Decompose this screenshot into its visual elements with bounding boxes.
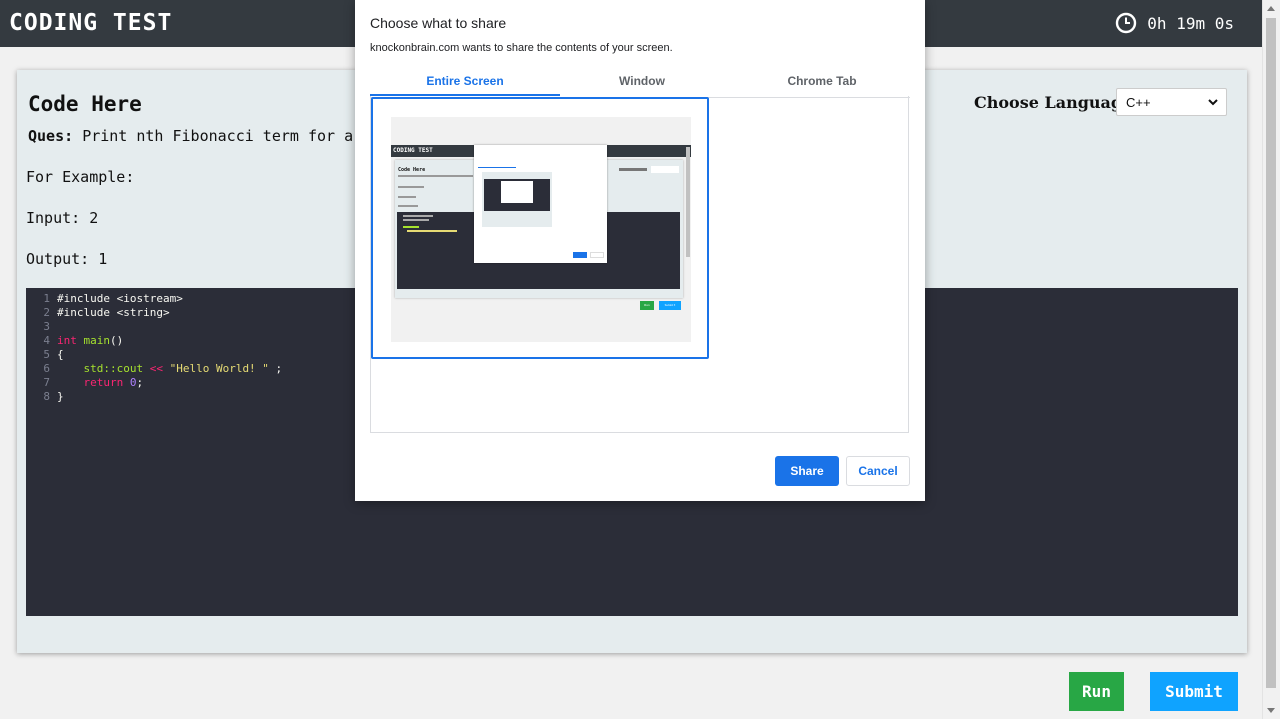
code-line: 4 int main() (43, 334, 124, 347)
code-line: 2 #include <string> (43, 306, 170, 319)
run-button[interactable]: Run (1069, 672, 1124, 711)
tab-chrome-tab[interactable]: Chrome Tab (732, 70, 912, 96)
example-input: Input: 2 (26, 209, 99, 227)
dialog-title: Choose what to share (370, 15, 507, 31)
language-label: Choose Language (974, 93, 1133, 112)
mini-run-button: Run (640, 301, 654, 310)
timer-value: 0h 19m 0s (1147, 13, 1234, 33)
share-tabs: Entire Screen Window Chrome Tab (370, 70, 910, 98)
share-dialog: Choose what to share knockonbrain.com wa… (355, 0, 925, 501)
timer: 0h 19m 0s (1115, 12, 1234, 34)
code-line: 3 (43, 320, 50, 333)
clock-icon (1116, 12, 1137, 34)
mini-submit-button: Submit (659, 301, 681, 310)
code-line: 5{ (43, 348, 64, 361)
example-output: Output: 1 (26, 250, 108, 268)
tab-window[interactable]: Window (552, 70, 732, 96)
share-button[interactable]: Share (775, 456, 839, 486)
question: Ques: Print nth Fibonacci term for a (28, 127, 353, 145)
scroll-down-arrow-icon[interactable] (1267, 708, 1275, 713)
tab-entire-screen[interactable]: Entire Screen (370, 70, 560, 96)
question-text: Print nth Fibonacci term for a (82, 127, 354, 145)
mini-app-title: CODING TEST (393, 147, 433, 154)
submit-button[interactable]: Submit (1150, 672, 1238, 711)
code-line: 1 #include <iostream> (43, 292, 183, 305)
code-line: 6 std::cout << "Hello World! " ; (43, 362, 283, 375)
code-line: 8} (43, 390, 64, 403)
share-preview-area: CODING TEST Code Here Run Submit (370, 96, 909, 433)
cancel-button[interactable]: Cancel (846, 456, 910, 486)
language-select[interactable]: C++ (1116, 88, 1227, 116)
example-heading: For Example: (26, 168, 135, 186)
page-scrollbar[interactable] (1262, 0, 1280, 719)
question-label: Ques: (28, 127, 74, 145)
scroll-thumb[interactable] (1266, 18, 1276, 688)
entire-screen-thumbnail[interactable]: CODING TEST Code Here Run Submit (371, 97, 709, 359)
mini-code-title: Code Here (398, 167, 426, 173)
screen-preview-image: CODING TEST Code Here Run Submit (391, 117, 691, 342)
language-selected: C++ (1126, 94, 1151, 110)
code-title: Code Here (28, 92, 142, 116)
app-title: CODING TEST (9, 10, 173, 36)
dialog-subtitle: knockonbrain.com wants to share the cont… (370, 42, 673, 54)
scroll-up-arrow-icon[interactable] (1267, 6, 1275, 11)
code-line: 7 return 0; (43, 376, 144, 389)
chevron-down-icon (1208, 99, 1218, 106)
